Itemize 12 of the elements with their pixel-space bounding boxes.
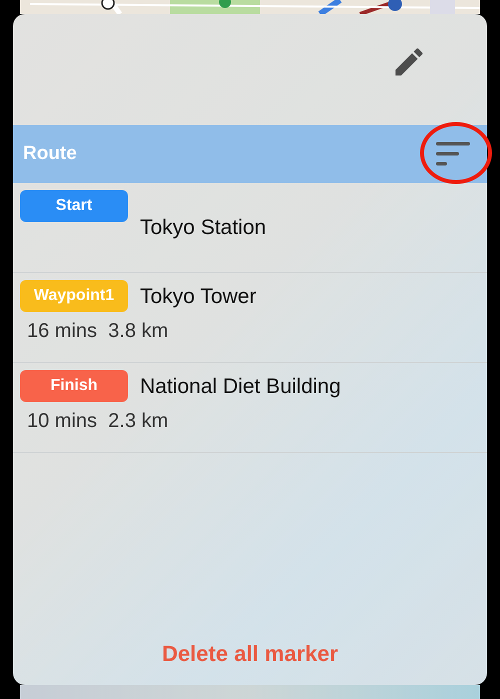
sort-icon[interactable]	[435, 141, 471, 167]
delete-all-button[interactable]: Delete all marker	[156, 640, 344, 668]
highlight-circle	[420, 122, 492, 184]
stop-distance: 10 mins 2.3 km	[27, 410, 170, 433]
stop-distance: 16 mins 3.8 km	[27, 320, 170, 343]
route-title: Route	[23, 143, 77, 165]
stop-name: Tokyo Tower	[140, 285, 256, 309]
stop-name: Tokyo Station	[140, 216, 266, 240]
stop-badge: Finish	[20, 370, 128, 402]
stop-badge: Waypoint1	[20, 280, 128, 312]
stop-name: National Diet Building	[140, 375, 341, 399]
stop-badge: Start	[20, 190, 128, 222]
